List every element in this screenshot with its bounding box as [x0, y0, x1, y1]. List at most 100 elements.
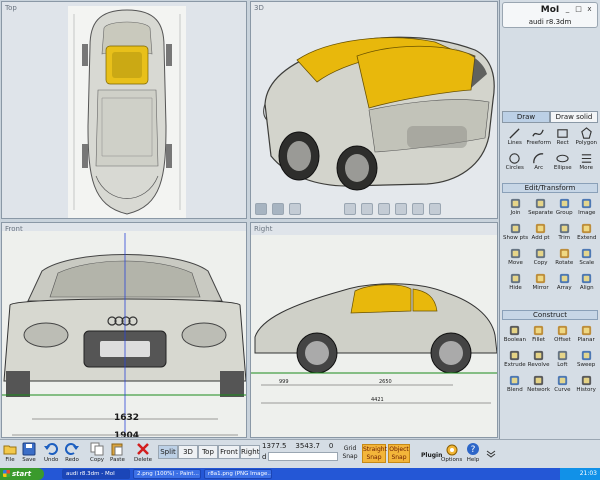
- distance-field[interactable]: [268, 452, 338, 461]
- offset-tool-button[interactable]: Offset: [551, 323, 575, 348]
- close-button[interactable]: x: [585, 5, 594, 13]
- mirror-tool-button[interactable]: Mirror: [528, 271, 553, 296]
- redo-button[interactable]: Redo: [65, 442, 79, 468]
- taskbar-item-image[interactable]: r8a1.png (PNG Image...: [204, 469, 272, 479]
- save-button[interactable]: Save: [22, 442, 36, 468]
- pen-icon[interactable]: [289, 203, 301, 215]
- view-right-button[interactable]: Right: [240, 445, 260, 459]
- lines-tool-button[interactable]: Lines: [503, 126, 527, 151]
- image-tool-button[interactable]: Image: [576, 196, 598, 221]
- folder-icon: [3, 445, 17, 455]
- join-icon: [510, 198, 521, 209]
- view-top-button[interactable]: Top: [198, 445, 218, 459]
- more-tool-button[interactable]: More: [575, 151, 599, 176]
- tool-label: Image: [578, 210, 596, 216]
- edit-transform-header[interactable]: Edit/Transform: [502, 183, 598, 193]
- revolve-tool-button[interactable]: Revolve: [527, 348, 551, 373]
- history-tool-button[interactable]: History: [574, 373, 598, 398]
- options-button[interactable]: Options: [441, 442, 462, 468]
- sweep-tool-button[interactable]: Sweep: [574, 348, 598, 373]
- viewport-right[interactable]: Right 999 2650 4421: [250, 222, 498, 438]
- object-snap-toggle[interactable]: Object Snap: [388, 444, 410, 463]
- taskbar-item-paint[interactable]: 2.png (100%) - Paint...: [133, 469, 201, 479]
- reset-view-icon[interactable]: [344, 203, 356, 215]
- arc-tool-button[interactable]: Arc: [527, 151, 552, 176]
- separate-tool-button[interactable]: Separate: [528, 196, 553, 221]
- join-tool-button[interactable]: Join: [503, 196, 528, 221]
- restore-button[interactable]: □: [574, 5, 583, 13]
- straight-snap-toggle[interactable]: Straight Snap: [362, 444, 387, 463]
- fillet-tool-button[interactable]: Fillet: [527, 323, 551, 348]
- undo-button[interactable]: Undo: [44, 442, 58, 468]
- move-tool-button[interactable]: Move: [503, 246, 528, 271]
- view-front-button[interactable]: Front: [218, 445, 240, 459]
- tool-label: Circles: [505, 165, 524, 171]
- polygon-tool-button[interactable]: Polygon: [575, 126, 599, 151]
- rotate-icon[interactable]: [412, 203, 424, 215]
- lines-icon: [509, 128, 520, 139]
- tab-draw[interactable]: Draw: [502, 111, 550, 123]
- copy-button[interactable]: Copy: [90, 442, 104, 468]
- view-split-button[interactable]: Split: [158, 445, 178, 459]
- delete-button[interactable]: Delete: [134, 442, 152, 468]
- copy-tool-button[interactable]: Copy: [528, 246, 553, 271]
- tool-label: Extrude: [504, 362, 526, 368]
- tool-label: Network: [527, 387, 551, 393]
- view-3d-button[interactable]: 3D: [178, 445, 198, 459]
- tool-label: Arc: [534, 165, 544, 171]
- rotate-tool-button[interactable]: Rotate: [553, 246, 575, 271]
- freeform-icon: [532, 129, 545, 137]
- plugin-label[interactable]: Plugin: [421, 452, 442, 459]
- add-pt-tool-button[interactable]: Add pt: [528, 221, 553, 246]
- trim-tool-button[interactable]: Trim: [553, 221, 575, 246]
- taskbar-item-moi[interactable]: audi r8.3dm - MoI: [62, 469, 130, 479]
- align-icon: [582, 273, 592, 284]
- blend-tool-button[interactable]: Blend: [503, 373, 527, 398]
- zoom-icon[interactable]: [378, 203, 390, 215]
- viewport-top[interactable]: Top: [1, 1, 247, 219]
- grid-snap-toggle[interactable]: Grid Snap: [340, 444, 360, 463]
- loft-tool-button[interactable]: Loft: [551, 348, 575, 373]
- extend-icon: [582, 223, 592, 234]
- delete-icon: [137, 443, 149, 455]
- curve-tool-button[interactable]: Curve: [551, 373, 575, 398]
- group-tool-button[interactable]: Group: [553, 196, 575, 221]
- viewport-title: Top: [5, 4, 17, 12]
- align-tool-button[interactable]: Align: [576, 271, 598, 296]
- zoom-window-icon[interactable]: [361, 203, 373, 215]
- minimize-button[interactable]: _: [563, 5, 572, 13]
- curve-icon: [557, 375, 568, 386]
- extend-tool-button[interactable]: Extend: [576, 221, 598, 246]
- windows-logo-icon: [3, 470, 10, 477]
- cube-icon[interactable]: [272, 203, 284, 215]
- extrude-tool-button[interactable]: Extrude: [503, 348, 527, 373]
- circles-tool-button[interactable]: Circles: [503, 151, 527, 176]
- hide-tool-button[interactable]: Hide: [503, 271, 528, 296]
- construct-header[interactable]: Construct: [502, 310, 598, 320]
- tab-draw-solid[interactable]: Draw solid: [550, 111, 598, 123]
- boolean-tool-button[interactable]: Boolean: [503, 323, 527, 348]
- boolean-icon: [510, 325, 520, 336]
- viewport-front[interactable]: Front 1632 1904: [1, 222, 247, 438]
- car-top-drawing: [73, 9, 181, 215]
- network-tool-button[interactable]: Network: [527, 373, 551, 398]
- rotate-icon: [559, 248, 569, 259]
- tool-label: Ellipse: [553, 165, 572, 171]
- scale-tool-button[interactable]: Scale: [576, 246, 598, 271]
- ellipse-tool-button[interactable]: Ellipse: [551, 151, 575, 176]
- freeform-tool-button[interactable]: Freeform: [527, 126, 551, 151]
- chevron-down-icon[interactable]: [486, 450, 496, 458]
- cube-icon[interactable]: [255, 203, 267, 215]
- paste-button[interactable]: Paste: [110, 442, 125, 468]
- rect-tool-button[interactable]: Rect: [551, 126, 575, 151]
- pan-icon[interactable]: [395, 203, 407, 215]
- show-pts-tool-button[interactable]: Show pts: [503, 221, 528, 246]
- array-tool-button[interactable]: Array: [553, 271, 575, 296]
- start-button[interactable]: start: [0, 468, 44, 480]
- planar-tool-button[interactable]: Planar: [574, 323, 598, 348]
- help-button[interactable]: ? Help: [466, 442, 480, 468]
- viewport-3d[interactable]: 3D: [250, 1, 498, 219]
- file-button[interactable]: File: [3, 442, 17, 468]
- maximize-icon[interactable]: [429, 203, 441, 215]
- tool-label: Offset: [554, 337, 571, 343]
